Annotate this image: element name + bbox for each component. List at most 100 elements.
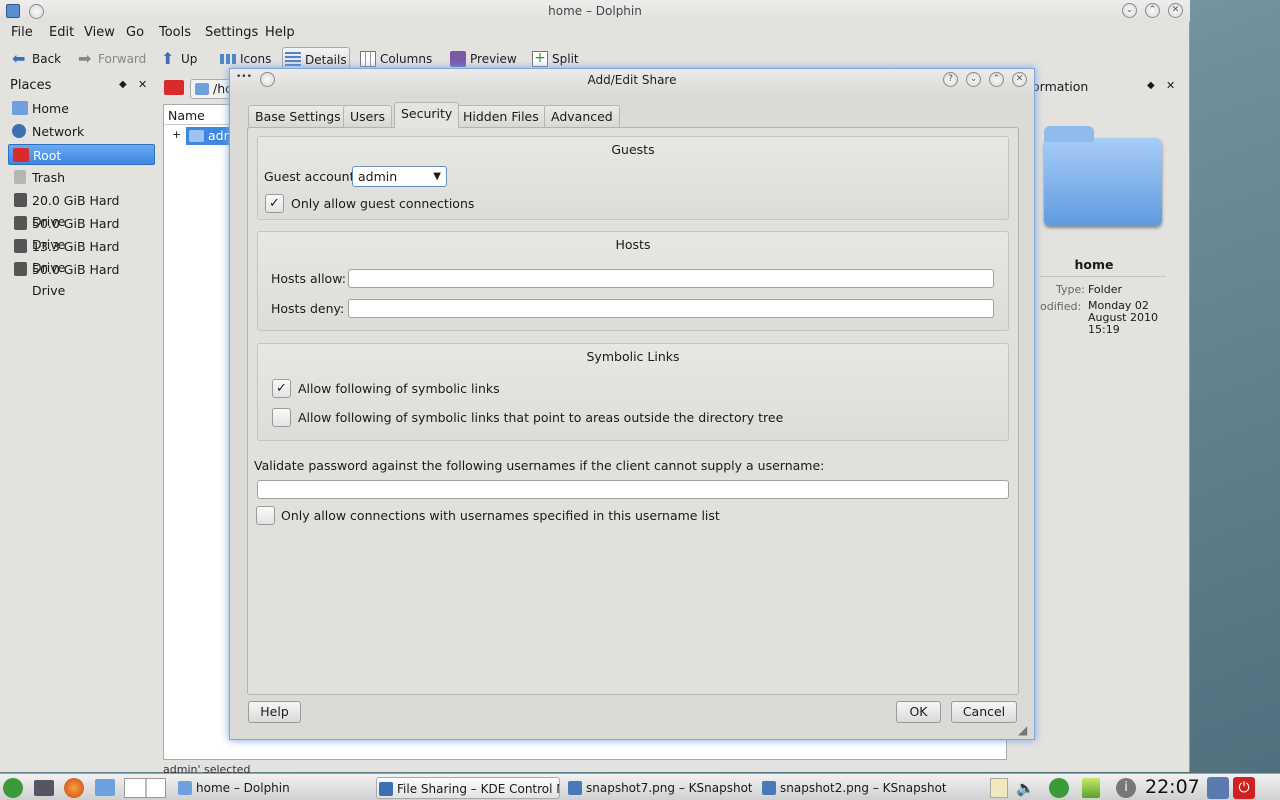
- up-button[interactable]: ⬆ Up: [159, 47, 197, 71]
- task-snapshot2[interactable]: snapshot2.png – KSnapshot: [760, 777, 946, 799]
- menu-file[interactable]: File: [11, 25, 33, 40]
- folder-preview-icon: [1044, 138, 1162, 226]
- menu-settings[interactable]: Settings: [205, 25, 258, 40]
- only-guest-checkbox[interactable]: ✓: [265, 194, 284, 213]
- follow-outside-label[interactable]: Allow following of symbolic links that p…: [298, 410, 783, 425]
- menubar: File Edit View Go Tools Settings Help: [0, 22, 1190, 44]
- lock-screen-icon[interactable]: [1207, 777, 1229, 799]
- follow-outside-checkbox[interactable]: [272, 408, 291, 427]
- dialog-titlebar[interactable]: Add/Edit Share: [230, 69, 1034, 91]
- place-drive-3[interactable]: 13.3 GiB Hard Drive: [8, 236, 155, 275]
- app-icon[interactable]: [6, 4, 20, 18]
- follow-symlinks-checkbox[interactable]: ✓: [272, 379, 291, 398]
- tab-advanced[interactable]: Advanced: [544, 105, 620, 127]
- arrow-right-icon: ➡: [78, 49, 92, 68]
- place-drive-1[interactable]: 20.0 GiB Hard Drive: [8, 190, 155, 229]
- place-network[interactable]: Network: [8, 121, 155, 142]
- close-panel-icon[interactable]: ✕: [1166, 79, 1175, 92]
- float-panel-icon[interactable]: ◆: [119, 79, 127, 90]
- cancel-button[interactable]: Cancel: [951, 701, 1017, 723]
- tab-hidden-files[interactable]: Hidden Files: [456, 105, 546, 127]
- preview-icon: [450, 51, 466, 67]
- follow-symlinks-label[interactable]: Allow following of symbolic links: [298, 381, 500, 396]
- taskbar: home – Dolphin File Sharing – KDE Contro…: [0, 773, 1280, 800]
- update-notifier-icon[interactable]: [1049, 778, 1069, 798]
- power-icon[interactable]: ⏻: [1233, 777, 1255, 799]
- clock[interactable]: 22:07: [1145, 774, 1200, 800]
- folder-preview-tab: [1044, 126, 1094, 142]
- places-header: Places: [10, 78, 52, 93]
- maximize-icon[interactable]: ⌃: [1145, 3, 1160, 18]
- place-trash[interactable]: Trash: [8, 167, 155, 188]
- task-file-sharing[interactable]: File Sharing – KDE Control M: [376, 777, 560, 799]
- guest-account-label: Guest account:: [264, 169, 359, 184]
- expander-icon[interactable]: +: [172, 128, 181, 141]
- forward-button[interactable]: ➡ Forward: [76, 47, 146, 71]
- check-icon: ✓: [269, 196, 280, 211]
- hard-drive-icon: [14, 239, 27, 253]
- firefox-icon[interactable]: [64, 778, 84, 798]
- minimize-icon[interactable]: ⌄: [966, 72, 981, 87]
- root-folder-icon[interactable]: [164, 80, 184, 95]
- validate-usernames-input[interactable]: [257, 480, 1009, 499]
- close-icon[interactable]: ✕: [1012, 72, 1027, 87]
- hard-drive-icon: [14, 216, 27, 230]
- ok-button[interactable]: OK: [896, 701, 941, 723]
- task-dolphin[interactable]: home – Dolphin: [176, 777, 362, 799]
- menu-help[interactable]: Help: [265, 25, 295, 40]
- task-snapshot7[interactable]: snapshot7.png – KSnapshot: [566, 777, 752, 799]
- back-button[interactable]: ⬅ Back: [10, 47, 61, 71]
- hosts-deny-input[interactable]: [348, 299, 994, 318]
- resize-grip-icon[interactable]: ◢: [1018, 723, 1027, 737]
- dolphin-launcher-icon[interactable]: [95, 779, 115, 796]
- place-root[interactable]: Root: [8, 144, 155, 165]
- trash-icon: [14, 170, 26, 184]
- menu-view[interactable]: View: [84, 25, 115, 40]
- battery-icon[interactable]: [1082, 778, 1100, 798]
- dialog-app-icon[interactable]: •••: [236, 72, 252, 86]
- help-button[interactable]: Help: [248, 701, 301, 723]
- pager[interactable]: [124, 778, 166, 798]
- system-settings-icon[interactable]: [34, 780, 54, 796]
- kickoff-menu-icon[interactable]: [3, 778, 23, 798]
- info-modified-value: Monday 02 August 2010 15:19: [1088, 299, 1158, 336]
- help-icon[interactable]: ?: [943, 72, 958, 87]
- hosts-deny-label: Hosts deny:: [271, 301, 345, 316]
- info-type-label: Type:: [1056, 283, 1085, 296]
- menu-edit[interactable]: Edit: [49, 25, 74, 40]
- ksnapshot-icon: [568, 781, 582, 795]
- tab-base-settings[interactable]: Base Settings: [248, 105, 348, 127]
- only-guest-label[interactable]: Only allow guest connections: [291, 196, 474, 211]
- only-usernames-label[interactable]: Only allow connections with usernames sp…: [281, 508, 720, 523]
- maximize-icon[interactable]: ⌃: [989, 72, 1004, 87]
- close-icon[interactable]: ✕: [1168, 3, 1183, 18]
- place-drive-2[interactable]: 50.0 GiB Hard Drive: [8, 213, 155, 252]
- only-usernames-checkbox[interactable]: [256, 506, 275, 525]
- hard-drive-icon: [14, 262, 27, 276]
- tab-security[interactable]: Security: [394, 102, 460, 128]
- dialog-title: Add/Edit Share: [587, 73, 677, 87]
- symbolic-links-title: Symbolic Links: [586, 349, 680, 364]
- symbolic-links-group: Symbolic Links ✓ Allow following of symb…: [257, 343, 1009, 441]
- float-panel-icon[interactable]: ◆: [1147, 80, 1155, 91]
- hosts-allow-input[interactable]: [348, 269, 994, 288]
- clipboard-icon[interactable]: [990, 778, 1008, 798]
- minimize-icon[interactable]: ⌄: [1122, 3, 1137, 18]
- tab-users[interactable]: Users: [343, 105, 393, 127]
- window-title: home – Dolphin: [548, 4, 642, 18]
- info-icon[interactable]: i: [1116, 778, 1136, 798]
- pin-icon[interactable]: [260, 72, 275, 87]
- pin-icon[interactable]: [29, 4, 44, 19]
- dolphin-icon: [178, 781, 192, 795]
- dolphin-titlebar[interactable]: home – Dolphin: [0, 0, 1190, 22]
- home-icon: [12, 101, 28, 115]
- guest-account-select[interactable]: admin ▼: [352, 166, 447, 187]
- name-column-header[interactable]: Name: [168, 108, 205, 123]
- place-drive-4[interactable]: 50.0 GiB Hard Drive: [8, 259, 155, 298]
- close-panel-icon[interactable]: ✕: [138, 78, 147, 91]
- place-home[interactable]: Home: [8, 98, 155, 119]
- check-icon: ✓: [276, 381, 287, 396]
- menu-go[interactable]: Go: [126, 25, 144, 40]
- menu-tools[interactable]: Tools: [159, 25, 191, 40]
- volume-icon[interactable]: 🔈: [1016, 779, 1035, 797]
